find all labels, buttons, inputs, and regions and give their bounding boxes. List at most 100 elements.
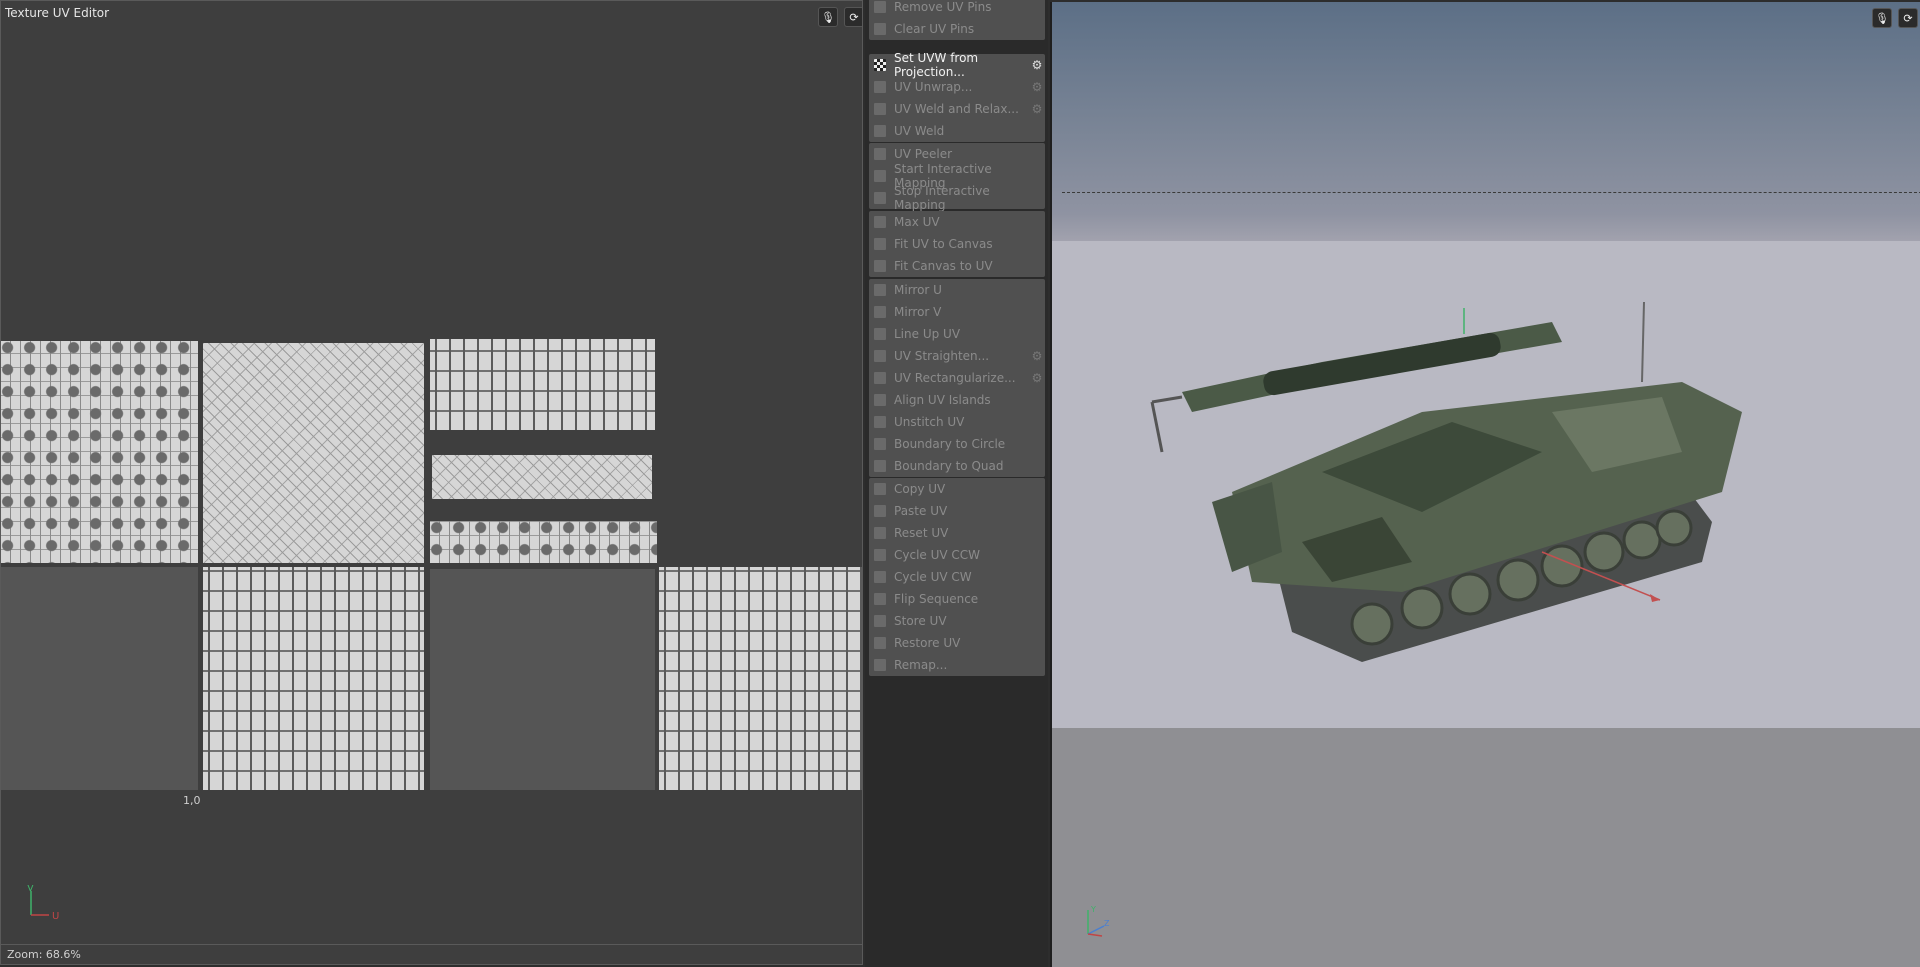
uv-coordinate-label: 1,0 (183, 794, 201, 807)
refresh-icon[interactable]: ⟳ (844, 7, 862, 27)
command-item[interactable]: Restore UV (869, 632, 1045, 654)
command-label: UV Unwrap... (894, 80, 973, 94)
command-item[interactable]: Remove UV Pins (869, 0, 1045, 18)
mirror-v-icon (874, 306, 886, 318)
command-item[interactable]: UV Weld and Relax... ⚙ (869, 98, 1045, 120)
command-item[interactable]: UV Weld (869, 120, 1045, 142)
command-label: Boundary to Circle (894, 437, 1006, 451)
command-label: UV Straighten... (894, 349, 990, 363)
command-label: Remove UV Pins (894, 0, 992, 14)
uv-axes-gizmo: V U (27, 885, 59, 921)
command-item[interactable]: Unstitch UV (869, 411, 1045, 433)
clear-pins-icon (874, 23, 886, 35)
status-bar: Zoom: 68.6% (1, 944, 862, 964)
uv-tile (430, 521, 657, 563)
axis-y-label: Y (1090, 905, 1096, 914)
copy-icon (874, 483, 886, 495)
command-item[interactable]: Line Up UV (869, 323, 1045, 345)
command-label: Mirror V (894, 305, 942, 319)
microphone-icon[interactable]: 🎙 (1872, 8, 1892, 28)
store-icon (874, 615, 886, 627)
floor-plane (1052, 728, 1920, 967)
command-item[interactable]: Set UVW from Projection... ⚙ (869, 51, 1045, 79)
command-label: Line Up UV (894, 327, 961, 341)
unstitch-icon (874, 416, 886, 428)
max-uv-icon (874, 216, 886, 228)
command-label: Paste UV (894, 504, 948, 518)
command-item[interactable]: Clear UV Pins (869, 18, 1045, 40)
command-item[interactable]: Stop Interactive Mapping (869, 184, 1045, 212)
command-label: Copy UV (894, 482, 946, 496)
gear-icon[interactable]: ⚙ (1031, 81, 1043, 93)
command-label: Max UV (894, 215, 940, 229)
gear-icon[interactable]: ⚙ (1031, 103, 1043, 115)
command-item[interactable]: Paste UV (869, 500, 1045, 522)
viewport-corner-icons: 🎙 ⟳ (1872, 8, 1918, 28)
command-item[interactable]: Copy UV (869, 478, 1045, 500)
command-item[interactable]: Mirror U (869, 279, 1045, 301)
command-group: Remove UV Pins Clear UV Pins (869, 0, 1045, 40)
command-item[interactable]: Remap... (869, 654, 1045, 676)
3d-viewport[interactable]: 🎙 ⟳ Y Z (1050, 2, 1920, 967)
crane-hook (1150, 395, 1183, 453)
command-item[interactable]: Max UV (869, 211, 1045, 233)
antenna (1641, 302, 1645, 383)
command-label: Cycle UV CW (894, 570, 972, 584)
command-item[interactable]: UV Unwrap... ⚙ (869, 76, 1045, 98)
command-label: UV Peeler (894, 147, 953, 161)
command-group: Set UVW from Projection... ⚙ UV Unwrap... ⚙… (869, 51, 1045, 142)
command-label: UV Weld (894, 124, 945, 138)
command-group: UV Peeler Start Interactive Mapping Stop I… (869, 143, 1045, 212)
rectangularize-icon (874, 372, 886, 384)
command-group: Copy UV Paste UV Reset UV Cycle UV CCW Cycle… (869, 478, 1045, 676)
remove-pins-icon (874, 1, 886, 13)
zoom-readout: Zoom: 68.6% (7, 948, 81, 961)
uv-editor-corner-icons: 🎙 ⟳ (818, 7, 862, 27)
command-item[interactable]: Cycle UV CCW (869, 544, 1045, 566)
weld-relax-icon (874, 103, 886, 115)
fit-canvas-icon (874, 260, 886, 272)
uv-tile (1, 567, 198, 790)
command-item[interactable]: Flip Sequence (869, 588, 1045, 610)
reset-icon (874, 527, 886, 539)
gear-icon[interactable]: ⚙ (1031, 350, 1043, 362)
command-item[interactable]: Boundary to Circle (869, 433, 1045, 455)
command-label: Stop Interactive Mapping (894, 184, 990, 212)
axis-z-label: Z (1104, 919, 1110, 928)
command-label: Cycle UV CCW (894, 548, 981, 562)
command-label: Reset UV (894, 526, 949, 540)
peeler-icon (874, 148, 886, 160)
command-label: Fit Canvas to UV (894, 259, 993, 273)
paste-icon (874, 505, 886, 517)
command-item[interactable]: Boundary to Quad (869, 455, 1045, 477)
command-item[interactable]: UV Rectangularize... ⚙ (869, 367, 1045, 389)
command-label: Boundary to Quad (894, 459, 1004, 473)
command-item[interactable]: Reset UV (869, 522, 1045, 544)
command-label: Remap... (894, 658, 948, 672)
gear-icon[interactable]: ⚙ (1031, 372, 1043, 384)
cycle-ccw-icon (874, 549, 886, 561)
restore-icon (874, 637, 886, 649)
command-item[interactable]: Mirror V (869, 301, 1045, 323)
gear-icon[interactable]: ⚙ (1031, 59, 1043, 71)
uv-editor-panel[interactable]: Texture UV Editor 🎙 ⟳ 1,0 V U Zoom: 68.6… (0, 0, 863, 965)
flip-icon (874, 593, 886, 605)
command-item[interactable]: Align UV Islands (869, 389, 1045, 411)
viewport-axes-gizmo: Y Z (1087, 905, 1110, 937)
command-item[interactable]: Fit Canvas to UV (869, 255, 1045, 277)
command-label: Mirror U (894, 283, 942, 297)
checker-icon (874, 59, 886, 71)
refresh-icon[interactable]: ⟳ (1898, 8, 1918, 28)
uv-tile (430, 569, 655, 790)
command-item[interactable]: UV Straighten... ⚙ (869, 345, 1045, 367)
start-mapping-icon (874, 170, 886, 182)
command-label: UV Weld and Relax... (894, 102, 1019, 116)
command-item[interactable]: Fit UV to Canvas (869, 233, 1045, 255)
command-item[interactable]: Cycle UV CW (869, 566, 1045, 588)
uv-tile (1, 341, 198, 563)
microphone-icon[interactable]: 🎙 (818, 7, 838, 27)
move-gizmo-arrowhead (1650, 594, 1660, 602)
tank-model[interactable] (1122, 302, 1842, 692)
command-item[interactable]: Store UV (869, 610, 1045, 632)
panel-title: Texture UV Editor (5, 6, 110, 20)
